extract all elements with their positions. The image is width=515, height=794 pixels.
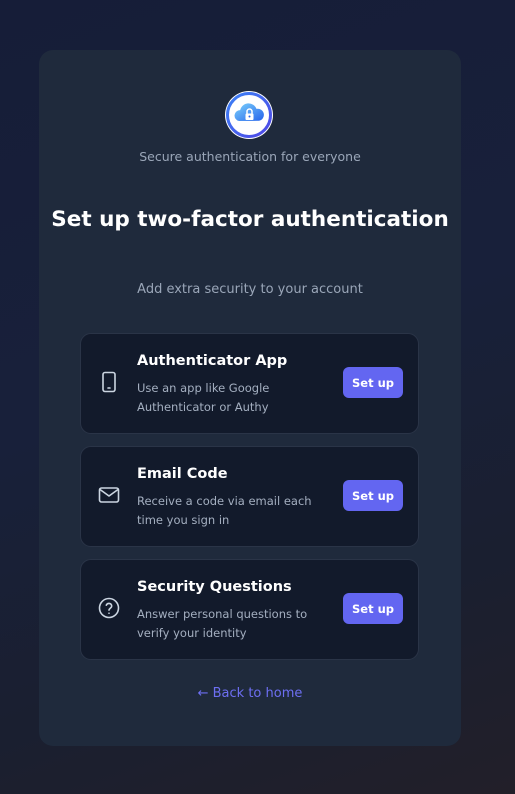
option-description: Answer personal questions to verify your… — [137, 607, 308, 640]
option-description: Use an app like Google Authenticator or … — [137, 381, 270, 414]
help-circle-icon — [97, 596, 121, 620]
option-email-code: Email Code Receive a code via email each… — [80, 446, 419, 547]
option-authenticator-app: Authenticator App Use an app like Google… — [80, 333, 419, 434]
option-title: Authenticator App — [137, 353, 288, 369]
page-title: Set up two-factor authentication — [51, 207, 449, 232]
option-title: Email Code — [137, 466, 228, 482]
setup-authenticator-app-button[interactable]: Set up — [343, 367, 403, 398]
page-subtitle: Add extra security to your account — [137, 282, 363, 297]
cloud-lock-icon — [225, 91, 273, 139]
option-security-questions: Security Questions Answer personal quest… — [80, 559, 419, 660]
setup-security-questions-button[interactable]: Set up — [343, 593, 403, 624]
option-description: Receive a code via email each time you s… — [137, 494, 312, 527]
mail-icon — [97, 483, 121, 507]
back-to-home-link[interactable]: ← Back to home — [39, 686, 461, 701]
smartphone-icon — [97, 370, 121, 394]
setup-email-code-button[interactable]: Set up — [343, 480, 403, 511]
option-title: Security Questions — [137, 579, 292, 595]
brand-tagline: Secure authentication for everyone — [139, 149, 361, 164]
two-factor-setup-card: Secure authentication for everyone Set u… — [39, 50, 461, 746]
